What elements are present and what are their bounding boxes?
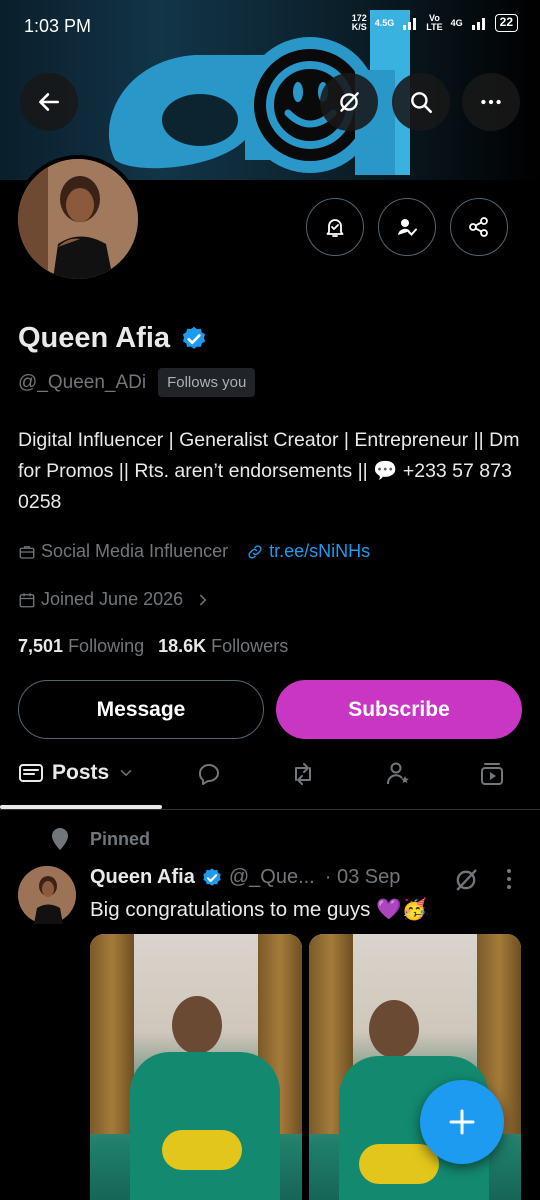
following-count-value: 7,501 xyxy=(18,636,64,656)
profile-avatar[interactable] xyxy=(14,155,142,283)
repost-icon[interactable] xyxy=(289,760,317,788)
share-button[interactable] xyxy=(450,198,508,256)
followers-count[interactable]: 18.6K Followers xyxy=(158,636,288,657)
network-type-2: 4G xyxy=(450,17,463,28)
media2-figure-accent xyxy=(359,1144,439,1184)
search-button[interactable] xyxy=(392,73,450,131)
network-speed: 172 K/S xyxy=(352,14,367,32)
following-count[interactable]: 7,501 Following xyxy=(18,636,144,657)
media-figure-accent xyxy=(162,1130,242,1170)
media2-figure-head xyxy=(369,1000,419,1058)
verified-badge-icon[interactable] xyxy=(180,325,208,353)
more-button[interactable] xyxy=(462,73,520,131)
post-text: Big congratulations to me guys 💜🥳 xyxy=(90,898,428,921)
profile-bio: Digital Influencer | Generalist Creator … xyxy=(18,429,520,513)
arrow-left-icon xyxy=(39,93,59,111)
follow-counts: 7,501 Following 18.6K Followers xyxy=(18,636,288,657)
profile-handle-row: @_Queen_ADi Follows you xyxy=(18,368,256,397)
signal-icon-2 xyxy=(471,18,485,30)
category-label: Social Media Influencer xyxy=(41,541,229,561)
signal-icon xyxy=(403,18,417,30)
following-button[interactable] xyxy=(378,198,436,256)
more-horizontal-icon xyxy=(481,99,501,105)
post-author-avatar[interactable] xyxy=(18,866,76,924)
chevron-down-icon xyxy=(120,770,132,777)
chevron-right-icon xyxy=(200,594,207,605)
volte-indicator: Vo LTE xyxy=(426,14,442,32)
tab-posts[interactable]: Posts xyxy=(18,760,135,786)
joined-row[interactable]: Joined June 2026 xyxy=(18,589,212,610)
media-icon[interactable] xyxy=(478,760,506,788)
avatar-image xyxy=(18,159,138,279)
post-more-icon[interactable] xyxy=(500,866,518,892)
posts-icon xyxy=(19,764,43,782)
display-name: Queen Afia xyxy=(18,322,171,354)
message-button[interactable]: Message xyxy=(18,680,264,739)
status-bar: 1:03 PM 172 K/S 4.5G Vo LTE 4G 22 xyxy=(0,0,540,56)
pin-icon xyxy=(52,828,68,850)
following-count-label: Following xyxy=(68,636,145,656)
bell-check-icon xyxy=(326,219,344,237)
post-author-name[interactable]: Queen Afia xyxy=(90,866,195,889)
post-avatar-portrait xyxy=(18,866,76,924)
calendar-icon xyxy=(19,592,35,607)
link-icon xyxy=(248,544,262,559)
status-time: 1:03 PM xyxy=(24,16,92,36)
plus-icon xyxy=(449,1109,475,1135)
pinned-label: Pinned xyxy=(90,828,151,849)
profile-name-row: Queen Afia xyxy=(18,322,208,355)
followers-count-label: Followers xyxy=(211,636,289,656)
share-icon xyxy=(469,217,488,237)
follows-you-badge: Follows you xyxy=(158,368,256,397)
profile-link[interactable]: tr.ee/sNiNHs xyxy=(246,541,370,562)
followers-count-value: 18.6K xyxy=(158,636,207,656)
search-icon xyxy=(411,92,433,114)
profile-meta-row: Social Media Influencer tr.ee/sNiNHs xyxy=(18,541,370,562)
profile-handle: @_Queen_ADi xyxy=(18,371,147,393)
person-check-icon xyxy=(398,219,417,236)
post-grok-icon[interactable] xyxy=(452,866,480,894)
network-type-1: 4.5G xyxy=(374,17,395,28)
joined-date[interactable]: Joined June 2026 xyxy=(18,589,212,610)
post-header: Queen Afia @_Que... · 03 Sep xyxy=(90,866,400,889)
grok-icon xyxy=(340,92,359,112)
compose-button[interactable] xyxy=(420,1080,504,1164)
active-tab-indicator xyxy=(0,805,162,809)
volte-bottom: LTE xyxy=(426,22,443,32)
media-figure-body xyxy=(130,1052,280,1200)
profile-tabs: Posts xyxy=(0,742,540,810)
media-figure-head xyxy=(172,996,222,1054)
post-media-image-1[interactable] xyxy=(90,934,302,1200)
avatar-portrait xyxy=(18,159,138,279)
post-date: · 03 Sep xyxy=(324,866,401,888)
briefcase-icon xyxy=(19,545,35,559)
subscribe-button[interactable]: Subscribe xyxy=(276,680,522,739)
network-speed-unit: K/S xyxy=(351,22,367,32)
post-verified-badge-icon xyxy=(203,867,221,886)
joined-label: Joined June 2026 xyxy=(41,589,184,609)
reply-icon[interactable] xyxy=(195,760,223,788)
pinned-indicator: Pinned xyxy=(48,826,150,852)
back-button[interactable] xyxy=(20,73,78,131)
status-indicators: 172 K/S 4.5G Vo LTE 4G 22 xyxy=(352,14,518,32)
notifications-button[interactable] xyxy=(306,198,364,256)
tab-posts-label: Posts xyxy=(52,761,110,784)
post-media-image-2[interactable] xyxy=(309,934,521,1200)
post-author-handle: @_Que... xyxy=(228,866,315,888)
media-curtain-left xyxy=(90,934,134,1134)
person-star-icon[interactable] xyxy=(384,760,412,788)
link-text[interactable]: tr.ee/sNiNHs xyxy=(269,541,370,562)
battery-indicator: 22 xyxy=(494,14,518,32)
profile-category: Social Media Influencer xyxy=(18,541,228,562)
grok-button[interactable] xyxy=(320,73,378,131)
